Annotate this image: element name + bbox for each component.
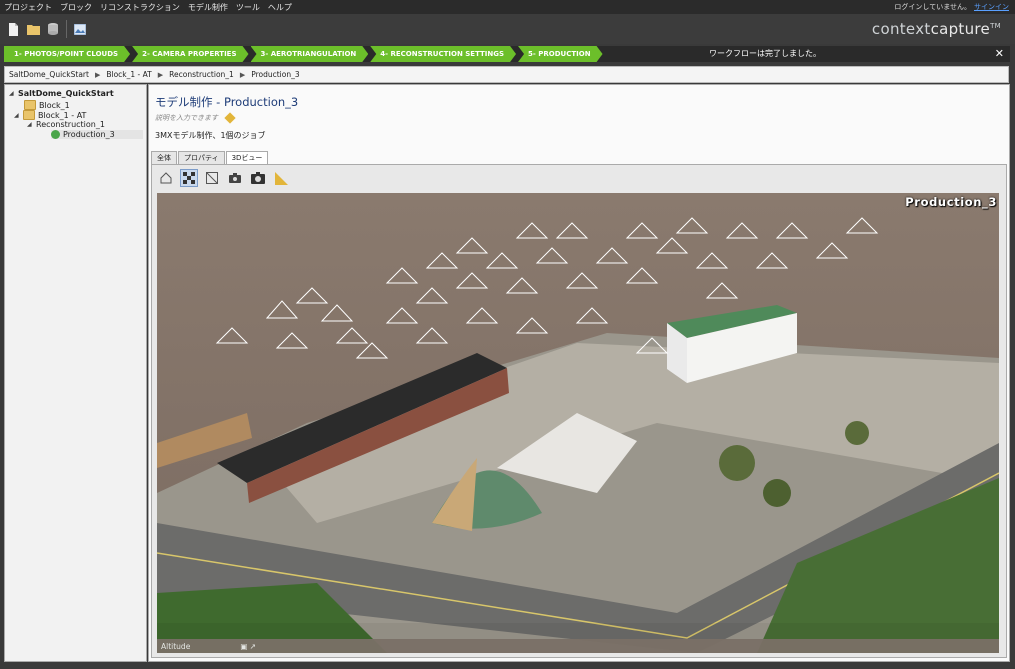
menu-help[interactable]: ヘルプ [264,2,296,13]
tab-general[interactable]: 全体 [151,151,177,164]
workflow-step-reconstruction[interactable]: 4- RECONSTRUCTION SETTINGS [370,46,516,62]
brand-suffix: capture [930,20,991,38]
breadcrumb-reconstruction[interactable]: Reconstruction_1 [165,70,238,79]
close-icon[interactable]: ✕ [995,46,1004,62]
checker-texture-icon[interactable] [180,169,198,187]
tree-root[interactable]: ◢ SaltDome_QuickStart [9,89,114,98]
camera-small-icon[interactable] [226,169,244,187]
tree-item-production[interactable]: Production_3 [51,130,143,139]
login-text: ログインしていません。 [894,3,971,11]
folder-icon [23,110,35,120]
tree-item-block1[interactable]: Block_1 [24,100,70,110]
brand-tm: TM [990,22,1001,30]
toolbar: contextcaptureTM [0,14,1015,44]
breadcrumb-block[interactable]: Block_1 - AT [102,70,155,79]
3d-viewport[interactable]: Production_3 Altitude ▣ ↗ [157,193,999,653]
new-file-icon[interactable] [6,22,20,36]
tree-item-label: Block_1 - AT [38,110,87,120]
collapse-icon[interactable]: ◢ [9,90,15,97]
breadcrumb: SaltDome_QuickStart ▶ Block_1 - AT ▶ Rec… [4,66,1009,83]
workflow-message: ワークフローは完了しました。 [709,49,821,58]
workflow-step-photos[interactable]: 1- PHOTOS/POINT CLOUDS [4,46,130,62]
menu-project[interactable]: プロジェクト [0,2,56,13]
project-tree: ◢ SaltDome_QuickStart Block_1 ◢ Block_1 … [4,84,147,662]
workflow-step-camera[interactable]: 2- CAMERA PROPERTIES [132,46,248,62]
collapse-icon[interactable]: ◢ [14,112,20,119]
breadcrumb-production[interactable]: Production_3 [247,70,303,79]
viewer-toolbar [152,165,1006,191]
check-icon [51,130,60,139]
breadcrumb-separator-icon: ▶ [94,70,101,79]
login-status: ログインしていません。 サインイン [894,2,1009,12]
production-summary: 3MXモデル制作、1個のジョブ [155,131,266,140]
workflow-bar: 1- PHOTOS/POINT CLOUDS 2- CAMERA PROPERT… [4,46,1010,62]
tree-item-label: Reconstruction_1 [36,120,105,129]
image-icon[interactable] [73,22,87,36]
measure-icon[interactable] [272,169,290,187]
breadcrumb-separator-icon: ▶ [157,70,164,79]
home-view-icon[interactable] [157,169,175,187]
sign-in-link[interactable]: サインイン [974,3,1009,11]
description-field[interactable]: 説明を入力できます [155,112,236,124]
workflow-step-production[interactable]: 5- PRODUCTION [518,46,603,62]
3d-scene [157,193,999,653]
breadcrumb-separator-icon: ▶ [239,70,246,79]
viewport-footer: Altitude ▣ ↗ [157,639,999,653]
tab-3d-view[interactable]: 3Dビュー [225,151,269,165]
menu-reconstruction[interactable]: リコンストラクション [96,2,184,13]
tree-item-label: Block_1 [39,100,70,110]
menu-tools[interactable]: ツール [232,2,264,13]
altitude-label: Altitude [161,641,191,651]
3d-view-panel: Production_3 Altitude ▣ ↗ [151,164,1007,658]
contextcapture-logo: contextcaptureTM [872,20,1001,38]
database-icon[interactable] [46,22,60,36]
menu-block[interactable]: ブロック [56,2,96,13]
breadcrumb-project[interactable]: SaltDome_QuickStart [5,70,93,79]
tab-bar: 全体 プロパティ 3Dビュー [151,151,269,165]
description-placeholder: 説明を入力できます [155,114,218,122]
open-folder-icon[interactable] [26,22,40,36]
tree-item-label: Production_3 [63,130,115,139]
collapse-icon[interactable]: ◢ [27,121,33,128]
menu-bar: プロジェクト ブロック リコンストラクション モデル制作 ツール ヘルプ ログイ… [0,0,1015,14]
page-title: モデル制作 - Production_3 [155,95,299,109]
tab-properties[interactable]: プロパティ [178,151,225,164]
toolbar-divider [66,20,67,38]
production-panel: モデル制作 - Production_3 説明を入力できます 3MXモデル制作、… [148,84,1010,662]
tree-item-reconstruction[interactable]: ◢ Reconstruction_1 [27,120,105,129]
tree-root-label: SaltDome_QuickStart [18,89,114,98]
wireframe-icon[interactable] [203,169,221,187]
brand-prefix: context [871,20,931,38]
viewport-production-label: Production_3 [905,195,997,209]
workflow-step-aerotriangulation[interactable]: 3- AEROTRIANGULATION [251,46,369,62]
viewport-footer-controls[interactable]: ▣ ↗ [240,642,256,651]
camera-large-icon[interactable] [249,169,267,187]
folder-icon [24,100,36,110]
pencil-icon[interactable] [224,112,236,124]
menu-production[interactable]: モデル制作 [184,2,232,13]
tree-item-block1-at[interactable]: ◢ Block_1 - AT [14,110,86,120]
